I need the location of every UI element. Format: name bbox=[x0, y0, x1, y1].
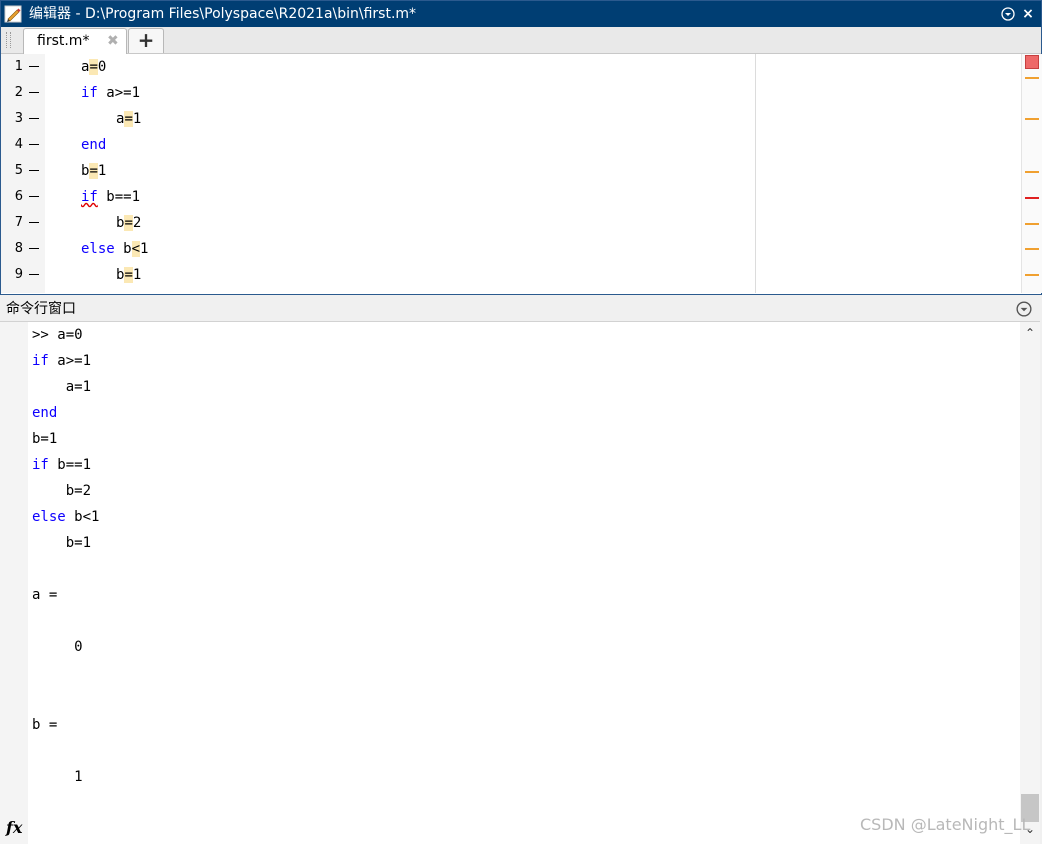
breakpoint-dash[interactable] bbox=[29, 66, 39, 67]
editor-title: 编辑器 - D:\Program Files\Polyspace\R2021a\… bbox=[29, 6, 417, 22]
tab-grip-icon[interactable] bbox=[6, 32, 11, 48]
command-output: a = bbox=[32, 587, 58, 603]
breakpoint-dash[interactable] bbox=[29, 170, 39, 171]
line-number: 1 bbox=[14, 59, 23, 74]
warning-marker[interactable] bbox=[1025, 248, 1039, 250]
code-text: b=1 bbox=[116, 267, 142, 283]
line-number: 3 bbox=[14, 111, 23, 126]
fx-icon[interactable]: fx bbox=[6, 818, 22, 837]
command-gutter bbox=[0, 322, 28, 844]
breakpoint-dash[interactable] bbox=[29, 118, 39, 119]
command-line: if b==1 bbox=[32, 457, 92, 473]
command-line: a=1 bbox=[32, 379, 92, 395]
breakpoint-dash[interactable] bbox=[29, 248, 39, 249]
command-line: >> a=0 bbox=[32, 327, 83, 343]
editor-menu-button[interactable] bbox=[1000, 6, 1016, 22]
vertical-scrollbar[interactable]: ⌃ ⌄ bbox=[1020, 322, 1040, 844]
breakpoint-dash[interactable] bbox=[29, 222, 39, 223]
code-text: a=1 bbox=[116, 111, 142, 127]
breakpoint-dash[interactable] bbox=[29, 196, 39, 197]
tab-label: first.m* bbox=[37, 33, 90, 49]
command-line: end bbox=[32, 405, 58, 421]
code-text: b=1 bbox=[81, 163, 107, 179]
scroll-up-icon[interactable]: ⌃ bbox=[1022, 326, 1038, 340]
line-number: 9 bbox=[14, 267, 23, 282]
warning-marker[interactable] bbox=[1025, 274, 1039, 276]
command-output: 1 bbox=[32, 769, 83, 785]
close-editor-button[interactable]: × bbox=[1020, 6, 1036, 22]
code-line[interactable]: 1 a=0 bbox=[1, 54, 761, 80]
command-output: 0 bbox=[32, 639, 83, 655]
code-line[interactable]: 9 b=1 bbox=[1, 262, 761, 288]
code-text: b=2 bbox=[116, 215, 142, 231]
line-number: 8 bbox=[14, 241, 23, 256]
chevron-down-circle-icon bbox=[1001, 7, 1015, 21]
code-analyzer-bar[interactable] bbox=[1021, 54, 1042, 293]
code-text: else b<1 bbox=[81, 241, 149, 257]
command-line: else b<1 bbox=[32, 509, 100, 525]
analyzer-status-icon[interactable] bbox=[1025, 55, 1039, 69]
warning-marker[interactable] bbox=[1025, 118, 1039, 120]
command-window-header: 命令行窗口 bbox=[0, 297, 1040, 322]
watermark: CSDN @LateNight_LL bbox=[860, 815, 1031, 834]
error-marker[interactable] bbox=[1025, 197, 1039, 199]
line-number: 7 bbox=[14, 215, 23, 230]
command-window-title: 命令行窗口 bbox=[6, 301, 76, 317]
breakpoint-dash[interactable] bbox=[29, 144, 39, 145]
warning-marker[interactable] bbox=[1025, 223, 1039, 225]
code-editor[interactable]: 1 a=0 2 if a>=1 3 a=1 4 end 5 b=1 6 if b… bbox=[1, 54, 1042, 293]
breakpoint-dash[interactable] bbox=[29, 92, 39, 93]
command-line: b=1 bbox=[32, 431, 58, 447]
warning-marker[interactable] bbox=[1025, 171, 1039, 173]
tab-close-icon[interactable]: ✖ bbox=[107, 33, 119, 49]
editor-tabbar: first.m* ✖ + bbox=[1, 27, 1041, 54]
breakpoint-dash[interactable] bbox=[29, 274, 39, 275]
command-line: b=1 bbox=[32, 535, 92, 551]
line-number: 4 bbox=[14, 137, 23, 152]
command-window[interactable]: >> a=0 if a>=1 a=1 end b=1 if b==1 b=2 e… bbox=[0, 322, 1040, 844]
code-line[interactable]: 3 a=1 bbox=[1, 106, 761, 132]
line-number: 5 bbox=[14, 163, 23, 178]
editor-pencil-icon bbox=[4, 5, 22, 23]
line-number: 6 bbox=[14, 189, 23, 204]
code-line[interactable]: 4 end bbox=[1, 132, 761, 158]
code-line[interactable]: 8 else b<1 bbox=[1, 236, 761, 262]
code-line[interactable]: 2 if a>=1 bbox=[1, 80, 761, 106]
code-line[interactable]: 6 if b==1 bbox=[1, 184, 761, 210]
tab-first-m[interactable]: first.m* ✖ bbox=[23, 28, 127, 54]
command-output: b = bbox=[32, 717, 58, 733]
command-line: if a>=1 bbox=[32, 353, 92, 369]
code-line[interactable]: 7 b=2 bbox=[1, 210, 761, 236]
line-number: 2 bbox=[14, 85, 23, 100]
chevron-down-circle-icon[interactable] bbox=[1016, 301, 1032, 317]
editor-titlebar: 编辑器 - D:\Program Files\Polyspace\R2021a\… bbox=[1, 1, 1041, 27]
new-tab-button[interactable]: + bbox=[128, 28, 164, 53]
close-icon: × bbox=[1022, 6, 1034, 22]
editor-window: 编辑器 - D:\Program Files\Polyspace\R2021a\… bbox=[0, 0, 1042, 295]
code-text: a=0 bbox=[81, 59, 107, 75]
code-line[interactable]: 5 b=1 bbox=[1, 158, 761, 184]
code-text: if b==1 bbox=[81, 189, 141, 205]
code-text: if a>=1 bbox=[81, 85, 141, 101]
command-line: b=2 bbox=[32, 483, 92, 499]
code-text: end bbox=[81, 137, 107, 153]
warning-marker[interactable] bbox=[1025, 77, 1039, 79]
